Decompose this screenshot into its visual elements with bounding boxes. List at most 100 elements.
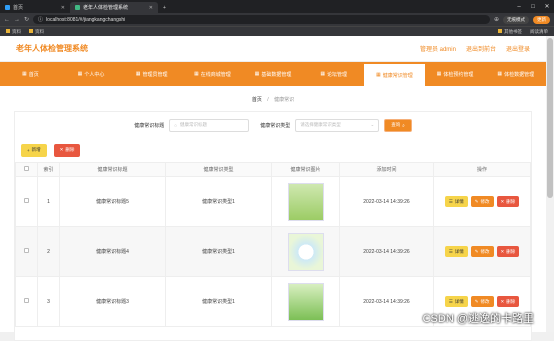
breadcrumb-home[interactable]: 首页	[252, 97, 262, 103]
edit-icon: ✎	[474, 298, 479, 304]
row-checkbox[interactable]	[24, 248, 29, 253]
breadcrumb-current: 健康常识	[274, 97, 295, 103]
nav-icon: ▦	[375, 72, 381, 78]
index-cell: 1	[37, 176, 60, 227]
row-select-cell[interactable]	[15, 176, 38, 227]
close-tab-icon[interactable]: ✕	[149, 5, 153, 11]
other-bookmarks[interactable]: 其他书签	[498, 29, 522, 35]
vue-favicon-icon	[75, 5, 80, 10]
content-panel: 健康常识标题 ○ 健康常识标题 健康常识类型 请选择健康常识类型 ⌄ 查询 ⌕ …	[14, 111, 532, 341]
edit-button[interactable]: ✎ 修改	[470, 196, 494, 207]
browser-tab-home[interactable]: 首页 ✕	[0, 2, 70, 13]
nav-label: 体检预约管理	[443, 71, 474, 78]
nav-item[interactable]: ▦ 体检数据管理	[485, 62, 546, 86]
update-button[interactable]: 更新	[533, 15, 550, 24]
trash-icon: ✕	[500, 298, 505, 304]
close-tab-icon[interactable]: ✕	[61, 5, 65, 11]
nav-item[interactable]: ▦ 在线商城管理	[182, 62, 243, 86]
query-button[interactable]: 查询 ⌕	[384, 118, 412, 132]
new-tab-button[interactable]: +	[158, 2, 171, 13]
batch-delete-button[interactable]: ✕ 删除	[53, 143, 81, 157]
nav-icon: ▦	[436, 71, 442, 77]
page-scrollbar[interactable]	[546, 36, 554, 332]
view-button[interactable]: ☰ 详情	[444, 296, 468, 307]
add-button[interactable]: + 新增	[21, 143, 47, 157]
nav-icon: ▦	[135, 71, 141, 77]
index-cell: 2	[37, 226, 60, 277]
tab-label: 首页	[13, 5, 24, 11]
title-cell: 健康常识标题4	[59, 226, 166, 277]
column-header: 健康常识图片	[271, 162, 340, 177]
reload-icon[interactable]: ↻	[24, 16, 29, 23]
maximize-icon[interactable]: □	[526, 4, 540, 10]
select-all-header[interactable]	[15, 162, 38, 177]
delete-button[interactable]: ✕ 删除	[496, 296, 520, 307]
delete-button[interactable]: ✕ 删除	[496, 246, 520, 257]
back-to-front-link[interactable]: 退出到前台	[466, 44, 496, 53]
time-cell: 2022-03-14 14:39:26	[339, 276, 434, 327]
column-header: 健康常识类型	[165, 162, 272, 177]
nav-item[interactable]: ▦ 个人中心	[61, 62, 122, 86]
folder-icon	[29, 29, 33, 34]
time-cell: 2022-03-14 14:39:26	[339, 226, 434, 277]
bookmark-item[interactable]: 资料	[6, 29, 21, 35]
bookmark-item[interactable]: 资料	[29, 29, 44, 35]
nav-label: 体检数据管理	[504, 71, 535, 78]
row-checkbox[interactable]	[24, 298, 29, 303]
nav-item[interactable]: ▦ 体检预约管理	[425, 62, 486, 86]
url-text: localhost:8081/#/jiangkangchangshi	[46, 16, 126, 23]
nav-label: 首页	[28, 71, 39, 78]
browser-tab-system[interactable]: 老年人体检管理系统 ✕	[70, 2, 158, 13]
delete-button[interactable]: ✕ 删除	[496, 196, 520, 207]
nav-icon: ▦	[193, 71, 199, 77]
breadcrumb: 首页 / 健康常识	[0, 86, 546, 111]
nav-label: 健康常识管理	[382, 72, 413, 79]
reading-list[interactable]: 阅读清单	[530, 29, 548, 35]
nav-item[interactable]: ▦ 基础数据管理	[243, 62, 304, 86]
health-tip-image[interactable]	[287, 182, 324, 221]
column-header: 索引	[37, 162, 60, 177]
bookmarks-bar: 资料 资料 其他书签 阅读清单	[0, 26, 554, 36]
guest-mode-badge[interactable]: 无痕模式	[503, 15, 529, 24]
forward-icon[interactable]: →	[14, 17, 20, 23]
table-header-row: 索引 健康常识标题 健康常识类型 健康常识图片 添加时间 操作	[15, 162, 531, 177]
breadcrumb-separator: /	[267, 97, 269, 103]
nav-item[interactable]: ▦ 论坛管理	[303, 62, 364, 86]
edit-button[interactable]: ✎ 修改	[470, 246, 494, 257]
title-search-input[interactable]: ○ 健康常识标题	[169, 118, 250, 132]
minimize-icon[interactable]: –	[512, 4, 526, 10]
view-button[interactable]: ☰ 详情	[444, 196, 468, 207]
tab-favicon-icon	[5, 5, 10, 10]
site-title: 老年人体检管理系统	[16, 44, 88, 53]
nav-item[interactable]: ▦ 首页	[0, 62, 61, 86]
extensions-icon[interactable]: ⊕	[494, 16, 499, 23]
main-nav: ▦ 首页 ▦ 个人中心 ▦ 管理员管理 ▦ 在线商城管理 ▦ 基础数据管理 ▦ 论坛管理 ▦ 健康常识管理…	[0, 62, 546, 86]
row-select-cell[interactable]	[15, 276, 38, 327]
row-select-cell[interactable]	[15, 226, 38, 277]
search-form: 健康常识标题 ○ 健康常识标题 健康常识类型 请选择健康常识类型 ⌄ 查询 ⌕	[15, 112, 531, 138]
column-header: 操作	[433, 162, 531, 177]
health-tip-image[interactable]	[287, 232, 324, 271]
nav-item[interactable]: ▦ 管理员管理	[121, 62, 182, 86]
nav-label: 基础数据管理	[261, 71, 292, 78]
title-label: 健康常识标题	[134, 122, 165, 129]
view-button[interactable]: ☰ 详情	[444, 246, 468, 257]
toolbar: + 新增 ✕ 删除	[15, 138, 531, 162]
type-cell: 健康常识类型1	[165, 226, 272, 277]
logout-link[interactable]: 退出登录	[506, 44, 530, 53]
scrollbar-thumb[interactable]	[547, 38, 553, 198]
url-field[interactable]: ⓘ localhost:8081/#/jiangkangchangshi	[33, 15, 490, 24]
nav-label: 论坛管理	[327, 71, 348, 78]
type-label: 健康常识类型	[260, 122, 291, 129]
edit-button[interactable]: ✎ 修改	[470, 296, 494, 307]
row-checkbox[interactable]	[24, 198, 29, 203]
nav-label: 在线商城管理	[200, 71, 231, 78]
close-window-icon[interactable]: ✕	[540, 3, 554, 10]
type-select[interactable]: 请选择健康常识类型 ⌄	[295, 118, 380, 132]
select-all-checkbox[interactable]	[24, 166, 29, 171]
nav-label: 管理员管理	[142, 71, 168, 78]
nav-item[interactable]: ▦ 健康常识管理	[364, 62, 425, 86]
health-tip-image[interactable]	[287, 282, 324, 321]
view-icon: ☰	[448, 298, 453, 304]
back-icon[interactable]: ←	[4, 17, 10, 23]
